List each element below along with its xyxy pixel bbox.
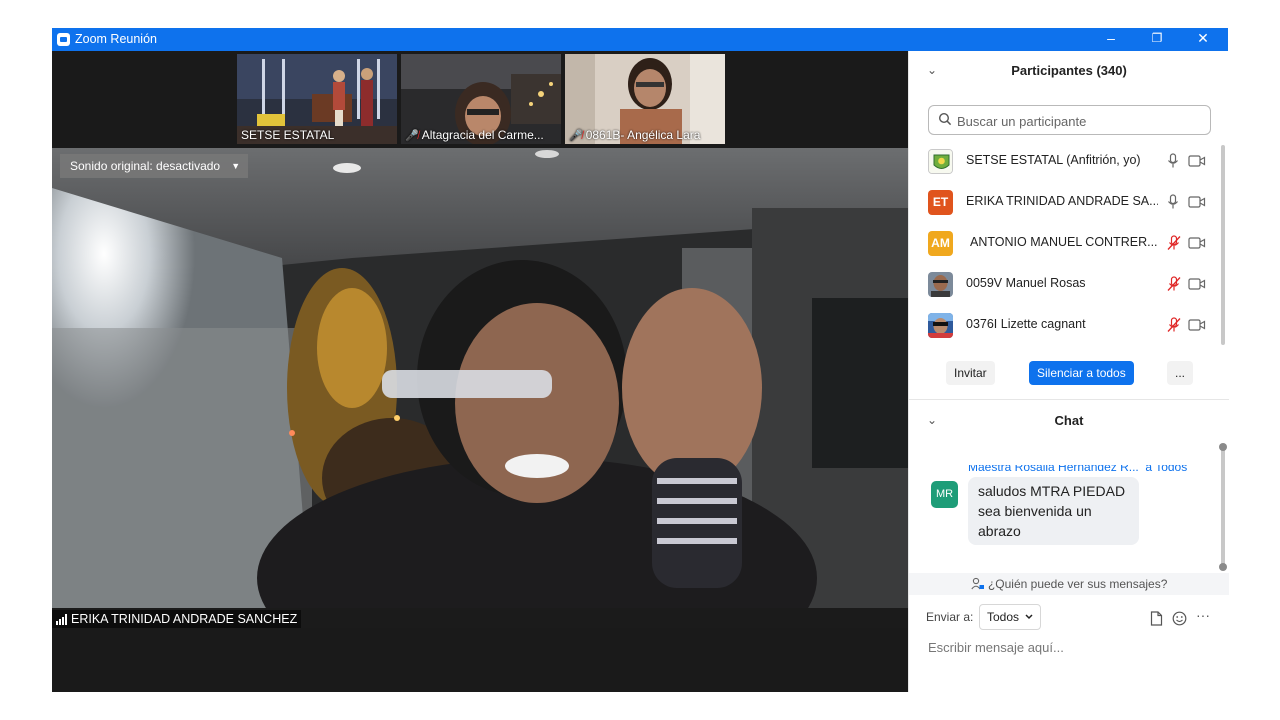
- participant-name: SETSE ESTATAL (Anfitrión, yo): [966, 153, 1141, 167]
- who-can-see-link[interactable]: ¿Quién puede ver sus mensajes?: [909, 573, 1229, 595]
- thumbnail-name-wrap: 🎤̸ 0861B- Angélica Lara: [569, 128, 700, 142]
- thumbnail-name: Altagracia del Carme...: [421, 128, 544, 142]
- chat-scrollbar[interactable]: [1219, 443, 1227, 571]
- video-camera-icon[interactable]: [1188, 195, 1206, 209]
- title-bar: Zoom Reunión – ❐ ✕: [52, 28, 1228, 51]
- thumbnail-angelica[interactable]: 🎤̸ 0861B- Angélica Lara: [565, 54, 725, 144]
- avatar: MR: [931, 481, 958, 508]
- microphone-icon[interactable]: [1166, 153, 1180, 169]
- participant-row[interactable]: AM ANTONIO MANUEL CONTRER...: [909, 223, 1219, 264]
- side-panel: ⌄ Participantes (340) SETSE ESTATAL (An: [908, 51, 1229, 692]
- original-sound-toggle[interactable]: Sonido original: desactivado ▼: [60, 154, 249, 178]
- recipient-value: Todos: [987, 610, 1020, 624]
- window-title: Zoom Reunión: [75, 32, 157, 46]
- scroll-top-icon: [1219, 443, 1227, 451]
- file-icon[interactable]: [1150, 611, 1163, 626]
- video-camera-icon[interactable]: [1188, 154, 1206, 168]
- avatar: [928, 313, 953, 338]
- thumbnail-name: 0861B- Angélica Lara: [585, 128, 701, 142]
- participant-search-input[interactable]: [955, 110, 1204, 132]
- avatar: [928, 272, 953, 297]
- avatar: [928, 149, 953, 174]
- section-divider: [909, 399, 1229, 400]
- participant-name: ERIKA TRINIDAD ANDRADE SA...: [966, 194, 1158, 208]
- emoji-icon[interactable]: [1172, 611, 1187, 626]
- chat-messages: Maestra Rosalia Hernández R... a Todos M…: [909, 465, 1219, 570]
- chevron-down-icon: ▼: [231, 161, 241, 171]
- thumbnail-name: SETSE ESTATAL: [241, 128, 335, 142]
- chat-title: Chat: [1054, 413, 1084, 428]
- participant-list: SETSE ESTATAL (Anfitrión, yo) ET ERIKA T…: [909, 141, 1219, 346]
- restore-button[interactable]: ❐: [1134, 28, 1180, 51]
- participant-name: 0059V Manuel Rosas: [966, 276, 1086, 290]
- mic-muted-icon: 🎤̸: [569, 130, 583, 142]
- microphone-muted-icon[interactable]: [1166, 235, 1182, 251]
- video-camera-icon[interactable]: [1188, 236, 1206, 250]
- who-can-see-label: ¿Quién puede ver sus mensajes?: [987, 577, 1168, 591]
- message-sender: Maestra Rosalia Hernández R... a Todos: [968, 465, 1187, 474]
- participant-actions: Invitar Silenciar a todos ...: [909, 361, 1229, 391]
- scroll-bottom-icon: [1219, 563, 1227, 571]
- chat-header: ⌄ Chat: [909, 401, 1229, 441]
- participant-row[interactable]: ET ERIKA TRINIDAD ANDRADE SA...: [909, 182, 1219, 223]
- chevron-down-icon: [1025, 614, 1033, 620]
- avatar: ET: [928, 190, 953, 215]
- setse-logo-icon: [929, 150, 952, 173]
- more-icon[interactable]: ···: [1196, 607, 1210, 623]
- sender-name: Maestra Rosalia Hernández R...: [968, 465, 1139, 474]
- participants-header: ⌄ Participantes (340): [909, 51, 1229, 91]
- microphone-muted-icon[interactable]: [1166, 317, 1182, 333]
- thumbnail-name-wrap: 🎤̸ Altagracia del Carme...: [405, 128, 544, 142]
- video-camera-icon[interactable]: [1188, 277, 1206, 291]
- recipient-dropdown[interactable]: Todos: [979, 604, 1042, 630]
- minimize-button[interactable]: –: [1088, 28, 1134, 51]
- person-lock-icon: [970, 577, 984, 590]
- participant-photo: [928, 313, 953, 338]
- mic-muted-icon: 🎤̸: [405, 130, 419, 142]
- thumbnail-setse[interactable]: SETSE ESTATAL: [237, 54, 397, 144]
- participant-row[interactable]: 0059V Manuel Rosas: [909, 264, 1219, 305]
- microphone-icon[interactable]: [1166, 194, 1180, 210]
- zoom-logo-icon: [57, 33, 70, 46]
- zoom-window: Zoom Reunión – ❐ ✕ SETSE ESTATAL 🎤̸ Alta…: [52, 28, 1229, 692]
- video-camera-icon[interactable]: [1188, 318, 1206, 332]
- recipient-label: a Todos: [1145, 465, 1188, 474]
- thumbnail-altagracia[interactable]: 🎤̸ Altagracia del Carme...: [401, 54, 561, 144]
- participants-title: Participantes (340): [1011, 63, 1127, 78]
- message-bubble: saludos MTRA PIEDAD sea bienvenida un ab…: [968, 477, 1139, 545]
- mute-all-button[interactable]: Silenciar a todos: [1029, 361, 1134, 385]
- avatar: AM: [928, 231, 953, 256]
- participant-row[interactable]: 0376I Lizette cagnant: [909, 305, 1219, 346]
- message-input[interactable]: [926, 636, 1220, 658]
- participants-scrollbar[interactable]: [1221, 145, 1225, 345]
- participant-name: ANTONIO MANUEL CONTRER...: [970, 235, 1158, 249]
- active-speaker-video: Sonido original: desactivado ▼ ERIKA TRI…: [52, 148, 908, 628]
- participant-name: 0376I Lizette cagnant: [966, 317, 1086, 331]
- speaker-name-tag: ERIKA TRINIDAD ANDRADE SANCHEZ: [52, 610, 302, 628]
- original-sound-label: Sonido original: desactivado: [70, 159, 221, 173]
- invite-button[interactable]: Invitar: [946, 361, 995, 385]
- participant-row[interactable]: SETSE ESTATAL (Anfitrión, yo): [909, 141, 1219, 182]
- search-icon: [938, 112, 952, 126]
- microphone-muted-icon[interactable]: [1166, 276, 1182, 292]
- participant-search[interactable]: [928, 105, 1211, 135]
- more-options-button[interactable]: ...: [1167, 361, 1194, 385]
- send-to-label: Enviar a:: [926, 610, 974, 624]
- signal-strength-icon: [56, 613, 67, 625]
- video-stage: SETSE ESTATAL 🎤̸Altagracia del Carme...: [52, 51, 908, 692]
- close-button[interactable]: ✕: [1180, 28, 1226, 51]
- speaker-name: ERIKA TRINIDAD ANDRADE SANCHEZ: [71, 612, 298, 626]
- participant-photo: [928, 272, 953, 297]
- speaker-video-image: [52, 148, 908, 628]
